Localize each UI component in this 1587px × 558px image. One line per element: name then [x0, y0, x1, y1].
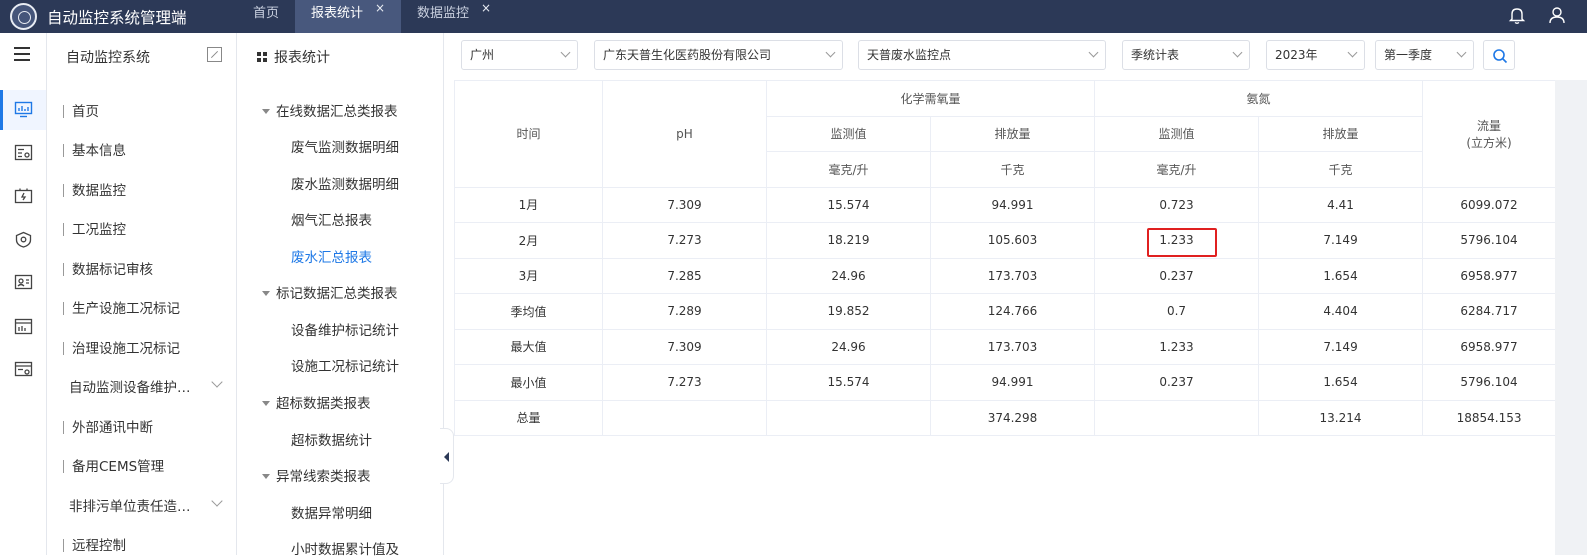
table-row: 最大值 7.309 24.96 173.703 1.233 7.149 6958.97…: [454, 328, 1557, 365]
table-row: 季均值 7.289 19.852 124.766 0.7 4.404 6284.717: [454, 293, 1557, 330]
report-icon[interactable]: [14, 318, 33, 335]
report-table: 时间 pH 化学需氧量 氨氮 流量 (立方米) 监测值 排放量 监测值 排放量 毫…: [454, 80, 1557, 436]
tree-leaf-device-mark[interactable]: 设备维护标记统计: [291, 319, 399, 339]
chevron-down-icon[interactable]: [211, 376, 223, 388]
logo-icon: [10, 3, 37, 30]
col-header-cod: 化学需氧量: [765, 80, 1096, 117]
app-title: 自动监控系统管理端: [47, 9, 187, 27]
tree-leaf-facility-mark[interactable]: 设施工况标记统计: [291, 355, 399, 375]
top-bar: 自动监控系统管理端 首页 报表统计 × 数据监控 ×: [0, 0, 1587, 33]
bell-icon[interactable]: [1506, 4, 1528, 26]
monitor-point-select[interactable]: 天普废水监控点: [858, 40, 1106, 70]
quarter-select[interactable]: 第一季度: [1375, 40, 1474, 70]
col-header-nh3-measured: 监测值: [1094, 115, 1260, 152]
menu-icon[interactable]: [14, 47, 30, 61]
menu-item-device-maintenance[interactable]: 自动监测设备维护…: [69, 376, 191, 396]
tree-leaf-water-summary[interactable]: 废水汇总报表: [291, 246, 372, 266]
caret-down-icon: [262, 109, 270, 114]
table-row: 3月 7.285 24.96 173.703 0.237 1.654 6958.977: [454, 257, 1557, 294]
menu-item-data-mark-review[interactable]: 数据标记审核: [63, 258, 153, 278]
col-header-cod-measured: 监测值: [766, 115, 931, 152]
dashboard-icon[interactable]: [14, 274, 33, 291]
tree-leaf-water-detail[interactable]: 废水监测数据明细: [291, 173, 399, 193]
tree-group-anomaly[interactable]: 异常线索类报表: [262, 465, 371, 485]
menu-item-comm-interrupt[interactable]: 外部通讯中断: [63, 416, 153, 436]
menu-item-data-monitor[interactable]: 数据监控: [63, 179, 126, 199]
side-menu: 自动监控系统 首页 基本信息 数据监控 工况监控 数据标记审核 生产设施工况标记…: [47, 33, 237, 555]
unit-cod-conc: 毫克/升: [766, 151, 931, 188]
menu-item-backup-cems[interactable]: 备用CEMS管理: [63, 455, 164, 475]
collapse-panel-handle[interactable]: [440, 428, 454, 484]
tab-report-stats[interactable]: 报表统计 ×: [295, 0, 401, 33]
chevron-down-icon: [560, 47, 571, 58]
tab-report-stats-label: 报表统计: [311, 6, 364, 21]
tab-home[interactable]: 首页: [237, 0, 295, 33]
tree-leaf-exceed-stats[interactable]: 超标数据统计: [291, 429, 372, 449]
monitor-icon[interactable]: [14, 101, 33, 118]
caret-down-icon: [262, 474, 270, 479]
grid-icon: [257, 52, 268, 63]
tab-home-label: 首页: [253, 6, 280, 21]
tree-group-mark[interactable]: 标记数据汇总类报表: [262, 282, 398, 302]
chevron-down-icon: [1347, 47, 1358, 58]
settings-card-icon[interactable]: [14, 361, 33, 378]
menu-item-condition-monitor[interactable]: 工况监控: [63, 218, 126, 238]
menu-item-remote-control[interactable]: 远程控制: [63, 534, 126, 554]
chevron-down-icon: [1088, 47, 1099, 58]
year-select[interactable]: 2023年: [1266, 40, 1365, 70]
right-gutter: [1555, 80, 1587, 555]
battery-icon[interactable]: [14, 187, 33, 204]
col-header-time: 时间: [454, 80, 603, 188]
unit-cod-mass: 千克: [929, 151, 1096, 188]
collapse-icon[interactable]: [207, 47, 222, 62]
company-select[interactable]: 广东天普生化医药股份有限公司: [594, 40, 843, 70]
table-row: 1月 7.309 15.574 94.991 0.723 4.41 6099.072: [454, 186, 1557, 223]
table-row: 2月 7.273 18.219 105.603 1.233 7.149 5796.1…: [454, 222, 1557, 259]
tree-leaf-gas-detail[interactable]: 废气监测数据明细: [291, 136, 399, 156]
report-tree: 报表统计 在线数据汇总类报表 废气监测数据明细 废水监测数据明细 烟气汇总报表 …: [237, 33, 444, 558]
col-header-flow: 流量 (立方米): [1422, 80, 1557, 188]
tab-data-monitor[interactable]: 数据监控 ×: [401, 0, 501, 33]
table-row: 总量 374.298 13.214 18854.153: [454, 399, 1557, 436]
config-icon[interactable]: [14, 144, 33, 161]
icon-strip: [0, 33, 47, 555]
menu-item-production-mark[interactable]: 生产设施工况标记: [63, 297, 180, 317]
report-table-container: 时间 pH 化学需氧量 氨氮 流量 (立方米) 监测值 排放量 监测值 排放量 毫…: [454, 80, 1557, 555]
caret-down-icon: [262, 401, 270, 406]
unit-nh3-mass: 千克: [1258, 151, 1424, 188]
menu-item-non-polluter-responsibility[interactable]: 非排污单位责任造…: [69, 495, 191, 515]
unit-nh3-conc: 毫克/升: [1094, 151, 1260, 188]
col-header-ph: pH: [602, 80, 767, 188]
tree-group-online[interactable]: 在线数据汇总类报表: [262, 100, 398, 120]
chevron-down-icon: [1232, 47, 1243, 58]
col-header-nh3: 氨氮: [1094, 80, 1424, 117]
menu-title: 自动监控系统: [66, 50, 150, 66]
tab-data-monitor-label: 数据监控: [417, 6, 470, 21]
user-icon[interactable]: [1546, 4, 1568, 26]
menu-item-basic-info[interactable]: 基本信息: [63, 139, 126, 159]
menu-item-home[interactable]: 首页: [63, 100, 99, 120]
close-icon[interactable]: ×: [481, 0, 491, 22]
tree-leaf-hourly-cumulative[interactable]: 小时数据累计值及: [291, 538, 399, 558]
tree-leaf-flue-summary[interactable]: 烟气汇总报表: [291, 209, 372, 229]
caret-down-icon: [262, 291, 270, 296]
tree-group-exceed[interactable]: 超标数据类报表: [262, 392, 371, 412]
chevron-down-icon: [825, 47, 836, 58]
search-icon: [1493, 49, 1508, 64]
col-header-nh3-discharge: 排放量: [1258, 115, 1424, 152]
close-icon[interactable]: ×: [375, 0, 385, 22]
highlight-box: [1147, 228, 1218, 257]
shield-icon[interactable]: [14, 231, 33, 248]
chevron-down-icon: [1456, 47, 1467, 58]
menu-item-treatment-mark[interactable]: 治理设施工况标记: [63, 337, 180, 357]
report-type-select[interactable]: 季统计表: [1122, 40, 1250, 70]
search-button[interactable]: [1483, 40, 1515, 70]
tree-leaf-anomaly-detail[interactable]: 数据异常明细: [291, 502, 372, 522]
table-row: 最小值 7.273 15.574 94.991 0.237 1.654 5796.10…: [454, 364, 1557, 401]
tree-title: 报表统计: [257, 47, 330, 67]
col-header-cod-discharge: 排放量: [929, 115, 1096, 152]
city-select[interactable]: 广州: [461, 40, 578, 70]
highlighted-cell: 1.233: [1094, 222, 1260, 259]
chevron-down-icon[interactable]: [211, 495, 223, 507]
